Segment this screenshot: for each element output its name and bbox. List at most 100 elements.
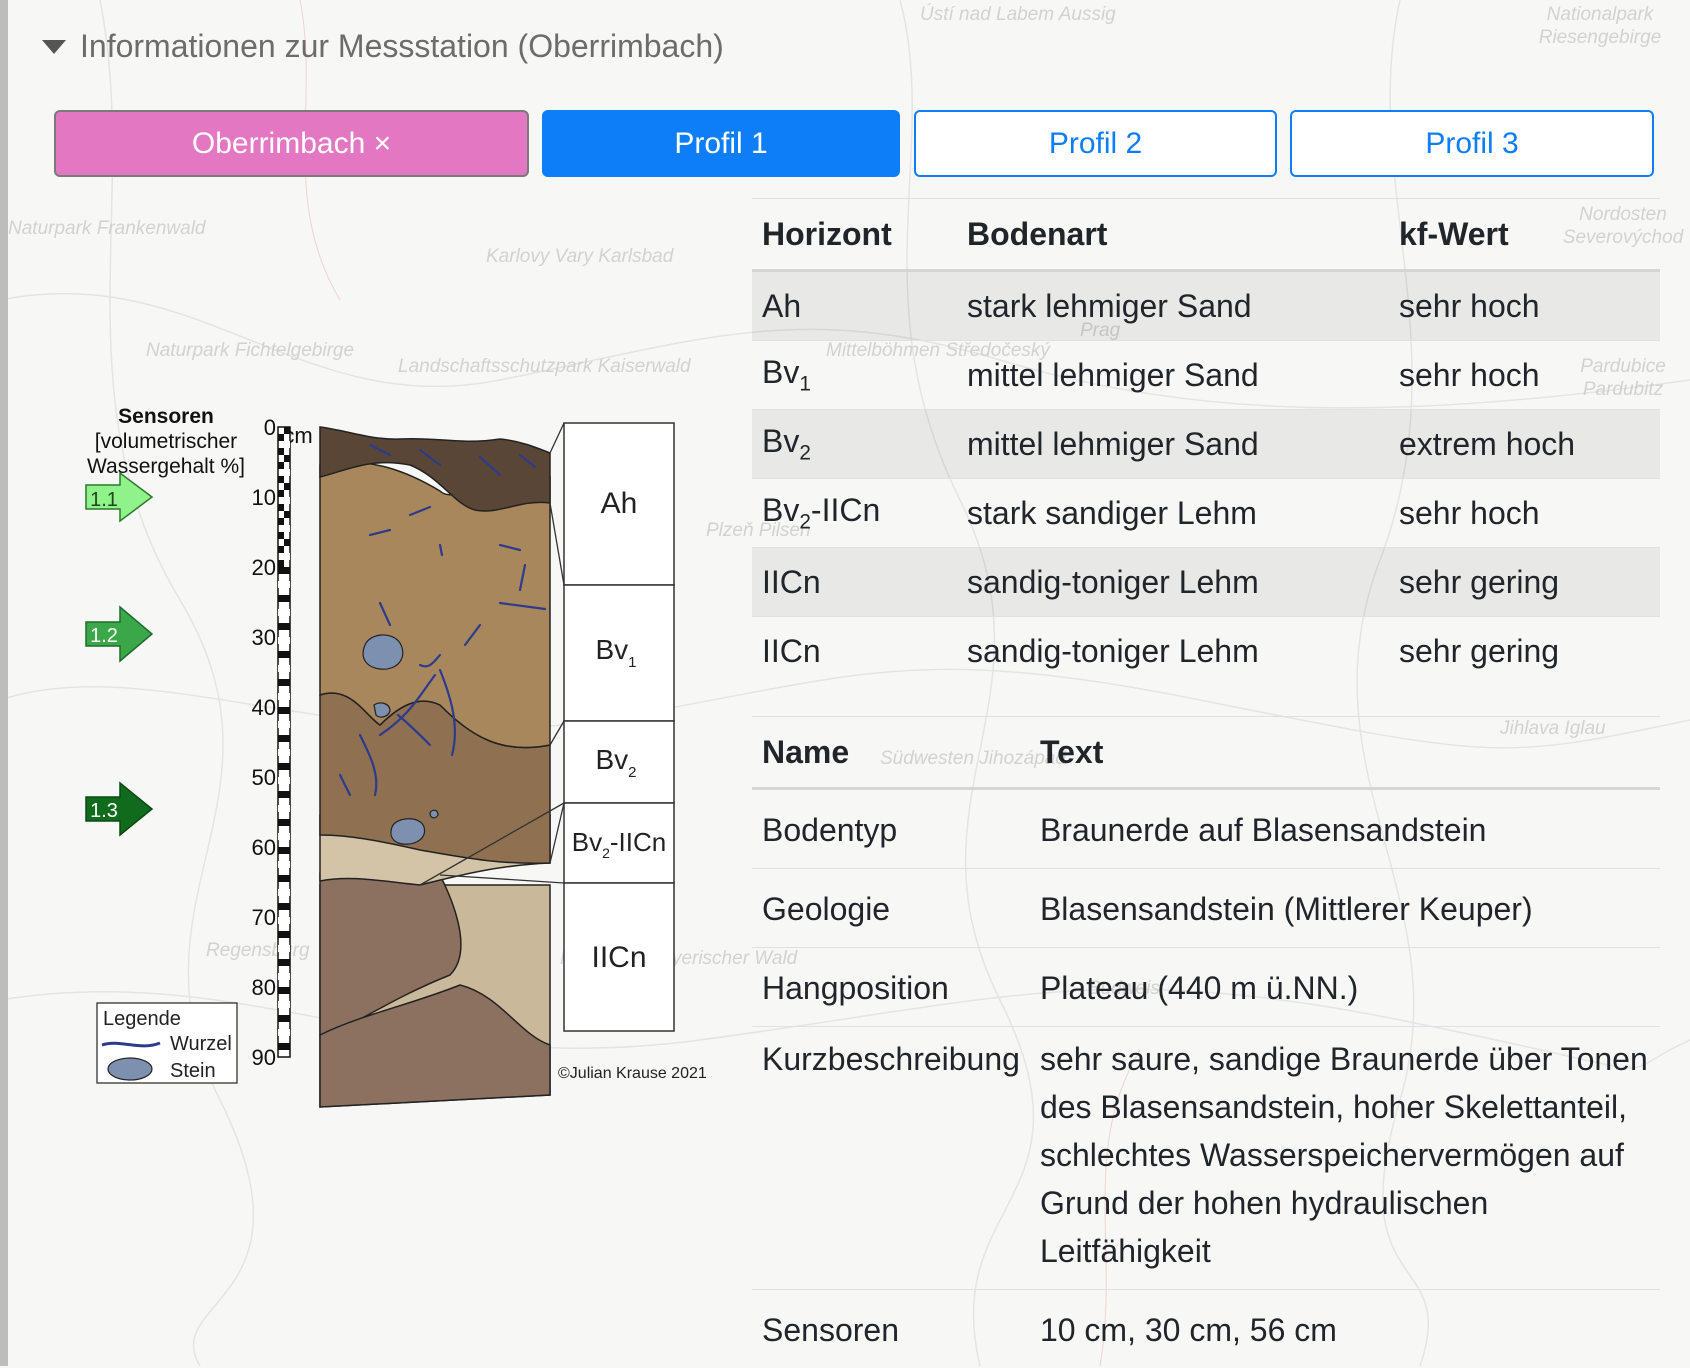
info-name-cell: Hangposition [752, 948, 1030, 1027]
ruler-segment [278, 931, 290, 938]
ruler-segment [278, 777, 290, 784]
sensors-subtitle: [volumetrischer [95, 430, 237, 453]
copyright-note: ©Julian Krause 2021 [558, 1065, 707, 1082]
table-row: IICn sandig-toniger Lehm sehr gering [752, 617, 1660, 686]
station-info-title: Informationen zur Messstation (Oberrimba… [80, 28, 724, 65]
ruler-segment [278, 889, 290, 896]
horizon-label-bv2-iicn: Bv2-IICn [572, 827, 666, 861]
tab-profil-3[interactable]: Profil 3 [1290, 110, 1654, 177]
column-header: Name [752, 717, 1030, 789]
horizon-cell: Ah [752, 271, 957, 341]
sensor-arrow-3: 1.3 [86, 783, 152, 835]
ruler-segment [278, 805, 290, 812]
info-name-cell: Geologie [752, 869, 1030, 948]
table-row: Bodentyp Braunerde auf Blasensandstein [752, 789, 1660, 869]
ruler-segment [278, 819, 290, 826]
horizon-name: Ah [762, 288, 801, 324]
horizon-name: Bv [762, 492, 799, 528]
map-label: Naturpark Fichtelgebirge [146, 340, 354, 363]
left-edge-bar [0, 0, 8, 1366]
tab-profil-2[interactable]: Profil 2 [914, 110, 1277, 177]
horizon-label-iicn: IICn [591, 941, 646, 974]
ruler-segment [284, 469, 290, 476]
info-text-cell: 10 cm, 30 cm, 56 cm [1030, 1290, 1660, 1368]
horizon-subscript: 2 [602, 845, 610, 861]
table-row: Kurzbeschreibung sehr saure, sandige Bra… [752, 1027, 1660, 1290]
stone-icon [391, 819, 425, 844]
diagram-legend: Legende Wurzel Stein [97, 1003, 237, 1083]
horizon-cell: Bv2-IICn [752, 479, 957, 548]
table-row: Sensoren 10 cm, 30 cm, 56 cm [752, 1290, 1660, 1368]
ruler-segment [284, 497, 290, 504]
ruler-segment [284, 525, 290, 532]
ruler-segment [278, 490, 284, 497]
info-name-cell: Kurzbeschreibung [752, 1027, 1030, 1290]
kf-value-cell: sehr gering [1389, 617, 1660, 686]
info-text-cell: Braunerde auf Blasensandstein [1030, 789, 1660, 869]
info-name-cell: Sensoren [752, 1290, 1030, 1368]
column-header: Bodenart [957, 199, 1389, 271]
ruler-segment [284, 441, 290, 448]
soil-type-cell: stark lehmiger Sand [957, 271, 1389, 341]
horizon-subscript: 1 [628, 654, 636, 671]
sensor-label: 1.1 [90, 489, 118, 511]
ruler-segment [278, 595, 290, 602]
horizon-name: Bv [595, 634, 628, 665]
depth-tick-label: 50 [252, 765, 276, 790]
column-header: Horizont [752, 199, 957, 271]
kf-value-cell: sehr hoch [1389, 271, 1660, 341]
info-text-cell: sehr saure, sandige Braunerde über Tonen… [1030, 1027, 1660, 1290]
depth-tick-label: 20 [252, 555, 276, 580]
station-info-toggle[interactable]: Informationen zur Messstation (Oberrimba… [42, 28, 724, 65]
horizon-name: Bv [595, 744, 628, 775]
horizon-suffix: -IICn [610, 827, 666, 857]
soil-profile-diagram: Sensoren [volumetrischer Wassergehalt %]… [80, 395, 720, 1175]
depth-tick-label: 90 [252, 1045, 276, 1070]
depth-tick-label: 40 [252, 695, 276, 720]
stone-icon [108, 1058, 152, 1080]
horizon-subscript: 2 [799, 441, 811, 464]
horizon-subscript: 2 [799, 510, 811, 533]
ruler-segment [278, 448, 284, 455]
sensors-title: Sensoren [118, 405, 214, 428]
ruler-segment [278, 945, 290, 952]
ruler-segment [278, 1029, 290, 1036]
soil-type-cell: mittel lehmiger Sand [957, 410, 1389, 479]
map-label: Naturpark Frankenwald [8, 218, 205, 241]
ruler-segment [278, 721, 290, 728]
depth-tick-label: 60 [252, 835, 276, 860]
table-header-row: Horizont Bodenart kf-Wert [752, 199, 1660, 271]
column-header: kf-Wert [1389, 199, 1660, 271]
sensor-arrow-1: 1.1 [86, 473, 152, 521]
ruler-segment [278, 763, 290, 770]
ruler-segment [278, 917, 290, 924]
tab-profil-1[interactable]: Profil 1 [542, 110, 900, 177]
ruler-segment [278, 1015, 290, 1022]
ruler-segment [278, 623, 290, 630]
kf-value-cell: sehr hoch [1389, 479, 1660, 548]
ruler-segment [278, 875, 290, 882]
soil-type-cell: sandig-toniger Lehm [957, 548, 1389, 617]
ruler-segment [278, 504, 284, 511]
info-text-cell: Plateau (440 m ü.NN.) [1030, 948, 1660, 1027]
depth-tick-label: 10 [252, 485, 276, 510]
ruler-segment [278, 903, 290, 910]
ruler-segment [284, 483, 290, 490]
ruler-segment [278, 651, 290, 658]
map-label: Landschaftsschutzpark Kaiserwald [398, 356, 691, 379]
table-row: Bv2-IICn stark sandiger Lehm sehr hoch [752, 479, 1660, 548]
sensor-arrow-2: 1.2 [86, 607, 152, 661]
ruler-segment [278, 665, 290, 672]
legend-stone-label: Stein [170, 1060, 216, 1082]
info-name-cell: Bodentyp [752, 789, 1030, 869]
depth-tick-label: 0 [264, 415, 276, 440]
station-remove-button[interactable]: Oberrimbach × [54, 110, 529, 177]
horizon-name: Bv [572, 827, 602, 857]
horizon-table: Horizont Bodenart kf-Wert Ah stark lehmi… [752, 198, 1660, 685]
horizon-name: IICn [762, 564, 821, 600]
station-info-table: Name Text Bodentyp Braunerde auf Blasens… [752, 716, 1660, 1368]
horizon-label-ah: Ah [601, 487, 638, 520]
soil-type-cell: stark sandiger Lehm [957, 479, 1389, 548]
kf-value-cell: sehr gering [1389, 548, 1660, 617]
map-label: Karlovy Vary Karlsbad [486, 246, 673, 269]
